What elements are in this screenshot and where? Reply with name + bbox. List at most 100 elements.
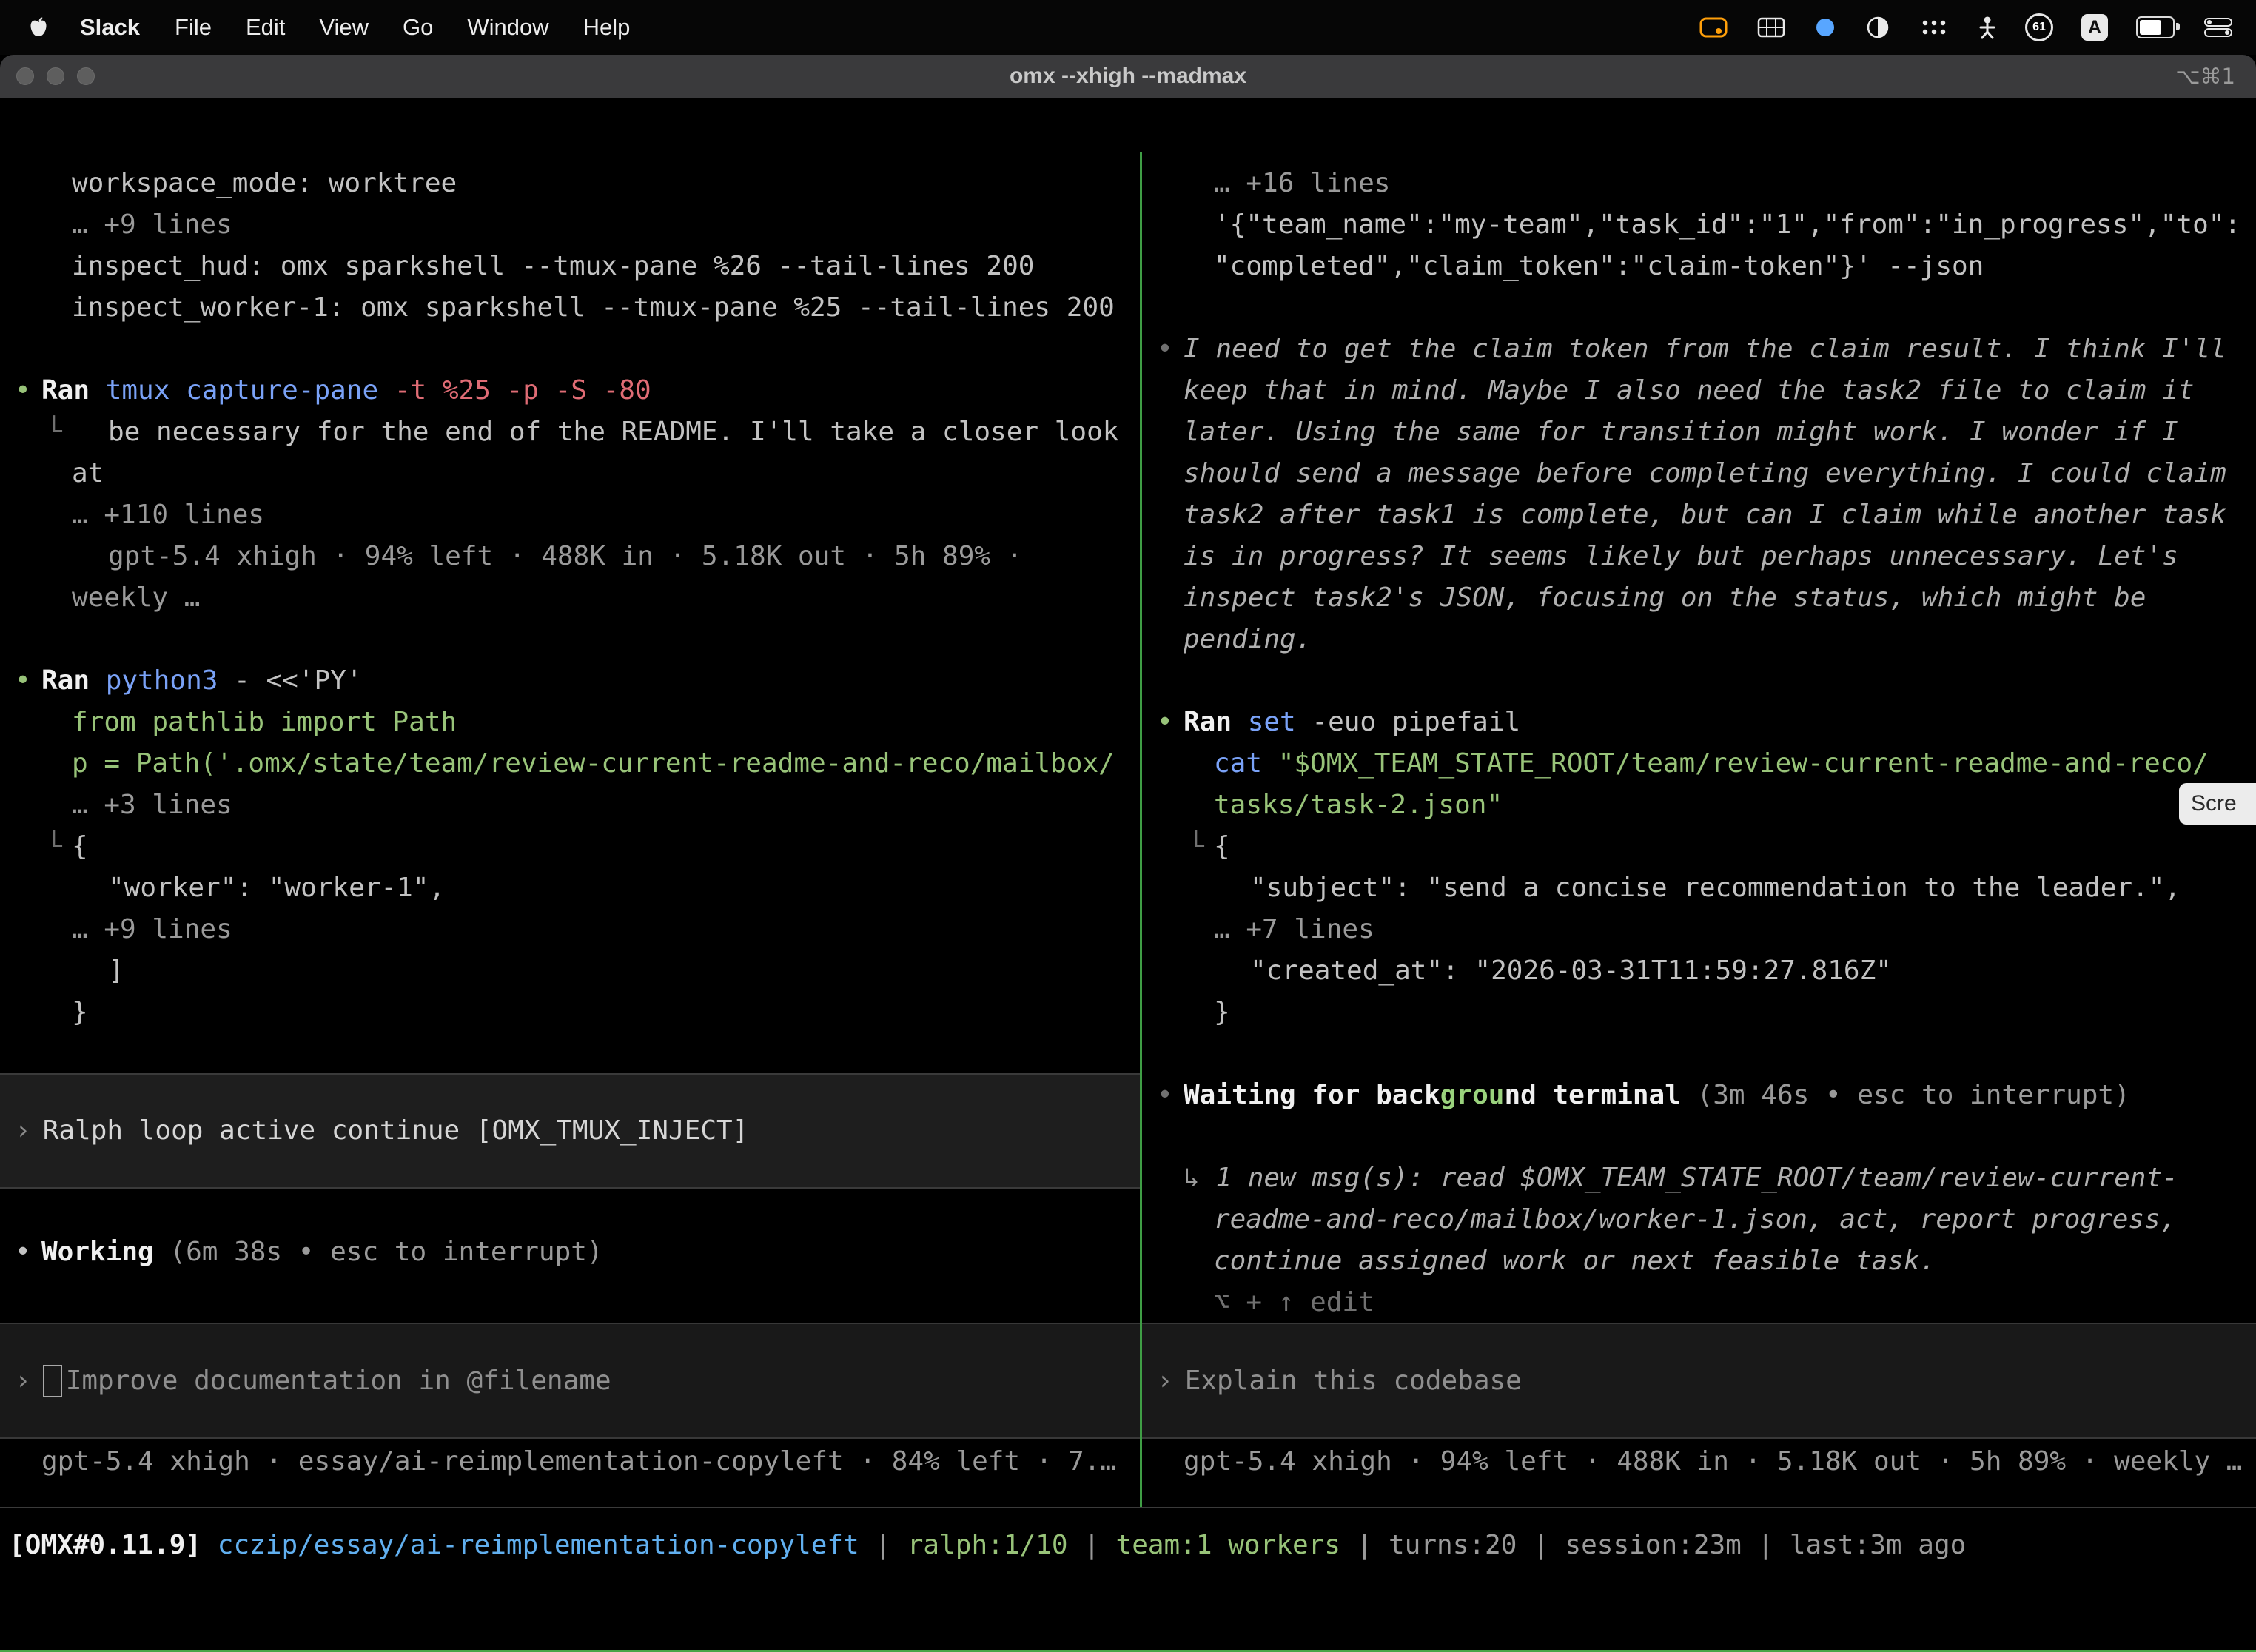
terminal-line: … +9 lines <box>0 909 1140 950</box>
terminal-line: "created_at": "2026-03-31T11:59:27.816Z" <box>1142 950 2256 992</box>
terminal-line: "worker": "worker-1", <box>0 867 1140 909</box>
menu-go[interactable]: Go <box>386 14 450 41</box>
terminal-line <box>1142 287 2256 329</box>
terminal-line: p = Path('.omx/state/team/review-current… <box>0 743 1140 785</box>
menu-view[interactable]: View <box>302 14 386 41</box>
tmux-host-clock: "MacBook-Pro-44.local" 05:03 31-Mar-26 <box>1668 1648 2244 1652</box>
control-center-icon[interactable] <box>2203 16 2234 38</box>
omx-status-bar: [OMX#0.11.9] cczip/essay/ai-reimplementa… <box>0 1525 2256 1566</box>
tmux-session-label: [omx-cczip0:bash* <box>12 1648 269 1652</box>
bullet-icon: • <box>1157 702 1173 743</box>
terminal-line: gpt-5.4 xhigh · 94% left · 488K in · 5.1… <box>0 536 1140 577</box>
left-pane-lines: workspace_mode: worktree… +9 linesinspec… <box>0 163 1140 1033</box>
screen-recording-indicator-icon[interactable] <box>1698 16 1729 39</box>
window-title: omx --xhigh --madmax <box>0 64 2256 89</box>
raycast-icon[interactable] <box>1813 16 1837 39</box>
battery-gauge-icon[interactable]: 61 <box>2025 13 2053 41</box>
bullet-icon: • <box>1157 329 1173 370</box>
ralph-loop-banner: › Ralph loop active continue [OMX_TMUX_I… <box>0 1073 1140 1189</box>
prompt-placeholder-right: Explain this codebase <box>1185 1360 1522 1402</box>
assistant-figure-icon[interactable] <box>1978 16 1997 39</box>
zoom-button[interactable] <box>77 67 95 85</box>
terminal-line: •Ran python3 - <<'PY' <box>0 660 1140 702</box>
terminal-content[interactable]: workspace_mode: worktree… +9 linesinspec… <box>0 152 2256 1652</box>
menu-file[interactable]: File <box>158 14 229 41</box>
terminal-line: ⌥ + ↑ edit <box>1142 1282 2256 1323</box>
terminal-line: readme-and-reco/mailbox/worker-1.json, a… <box>1142 1199 2256 1240</box>
terminal-line: •Waiting for background terminal (3m 46s… <box>1142 1075 2256 1116</box>
terminal-line: later. Using the same for transition mig… <box>1142 412 2256 453</box>
status-separator <box>0 1507 2256 1508</box>
ghostty-icon[interactable] <box>1865 15 1890 40</box>
terminal-line: •Ran tmux capture-pane -t %25 -p -S -80 <box>0 370 1140 412</box>
bullet-icon: • <box>15 660 31 702</box>
window-title-bar[interactable]: omx --xhigh --madmax ⌥⌘1 <box>0 55 2256 98</box>
working-status-line: •Working (6m 38s • esc to interrupt) <box>0 1232 1140 1273</box>
terminal-line: pending. <box>1142 619 2256 660</box>
prompt-placeholder-left: Improve documentation in @filename <box>66 1360 611 1402</box>
right-pane[interactable]: … +16 lines'{"team_name":"my-team","task… <box>1142 152 2256 1507</box>
menu-app-name[interactable]: Slack <box>62 14 158 41</box>
terminal-line: … +110 lines <box>0 494 1140 536</box>
terminal-line: ↳ 1 new msg(s): read $OMX_TEAM_STATE_ROO… <box>1142 1158 2256 1199</box>
terminal-window: omx --xhigh --madmax ⌥⌘1 workspace_mode:… <box>0 55 2256 1652</box>
output-corner-icon: └ <box>46 412 62 453</box>
menu-window[interactable]: Window <box>450 14 565 41</box>
terminal-line <box>0 329 1140 370</box>
terminal-line: '{"team_name":"my-team","task_id":"1","f… <box>1142 204 2256 246</box>
terminal-line <box>1142 660 2256 702</box>
text-cursor <box>43 1365 62 1397</box>
terminal-line <box>0 619 1140 660</box>
bullet-icon: • <box>1157 1075 1173 1116</box>
screen-tooltip: Scre <box>2179 783 2256 825</box>
close-button[interactable] <box>16 67 34 85</box>
input-source-icon[interactable]: A <box>2081 14 2108 41</box>
terminal-line: •Ran set -euo pipefail <box>1142 702 2256 743</box>
output-corner-icon: └ <box>1188 826 1204 867</box>
terminal-line: cat "$OMX_TEAM_STATE_ROOT/team/review-cu… <box>1142 743 2256 785</box>
prompt-chevron-icon: › <box>1157 1360 1173 1402</box>
apps-grid-icon[interactable] <box>1918 17 1950 38</box>
terminal-line: └{ <box>1142 826 2256 867</box>
terminal-line: continue assigned work or next feasible … <box>1142 1240 2256 1282</box>
bullet-icon: • <box>15 370 31 412</box>
window-grid-icon[interactable] <box>1757 16 1785 38</box>
terminal-line: "subject": "send a concise recommendatio… <box>1142 867 2256 909</box>
apple-menu-icon[interactable] <box>18 17 62 38</box>
terminal-line: [OMX#0.11.9] cczip/essay/ai-reimplementa… <box>0 1525 2256 1566</box>
terminal-line: } <box>1142 992 2256 1033</box>
menu-edit[interactable]: Edit <box>229 14 302 41</box>
prompt-input-left[interactable]: › Improve documentation in @filename <box>0 1323 1140 1439</box>
menu-help[interactable]: Help <box>566 14 648 41</box>
terminal-line: ] <box>0 950 1140 992</box>
ralph-loop-text: Ralph loop active continue [OMX_TMUX_INJ… <box>43 1110 749 1152</box>
terminal-line: … +9 lines <box>0 204 1140 246</box>
terminal-line: tasks/task-2.json" <box>1142 785 2256 826</box>
terminal-line <box>1142 1033 2256 1075</box>
terminal-line: •I need to get the claim token from the … <box>1142 329 2256 370</box>
terminal-line: at <box>0 453 1140 494</box>
input-source-letter: A <box>2088 17 2101 38</box>
left-pane[interactable]: workspace_mode: worktree… +9 linesinspec… <box>0 152 1140 1507</box>
terminal-line: from pathlib import Path <box>0 702 1140 743</box>
terminal-line: workspace_mode: worktree <box>0 163 1140 204</box>
terminal-line: task2 after task1 is complete, but can I… <box>1142 494 2256 536</box>
terminal-line: is in progress? It seems likely but perh… <box>1142 536 2256 577</box>
terminal-line: keep that in mind. Maybe I also need the… <box>1142 370 2256 412</box>
terminal-line: … +3 lines <box>0 785 1140 826</box>
battery-level <box>2140 20 2161 35</box>
right-pane-lines: … +16 lines'{"team_name":"my-team","task… <box>1142 163 2256 1323</box>
menu-bar-status-items: 61 A <box>1698 13 2238 41</box>
minimize-button[interactable] <box>47 67 64 85</box>
terminal-line: … +7 lines <box>1142 909 2256 950</box>
terminal-line: should send a message before completing … <box>1142 453 2256 494</box>
battery-gauge-value: 61 <box>2032 21 2046 34</box>
window-shortcut-hint: ⌥⌘1 <box>2175 64 2256 89</box>
prompt-input-right[interactable]: › Explain this codebase <box>1142 1323 2256 1439</box>
terminal-line: weekly … <box>0 577 1140 619</box>
battery-icon[interactable] <box>2136 16 2175 38</box>
terminal-line: … +16 lines <box>1142 163 2256 204</box>
terminal-line: "completed","claim_token":"claim-token"}… <box>1142 246 2256 287</box>
traffic-lights <box>0 67 95 85</box>
terminal-line: inspect_hud: omx sparkshell --tmux-pane … <box>0 246 1140 287</box>
